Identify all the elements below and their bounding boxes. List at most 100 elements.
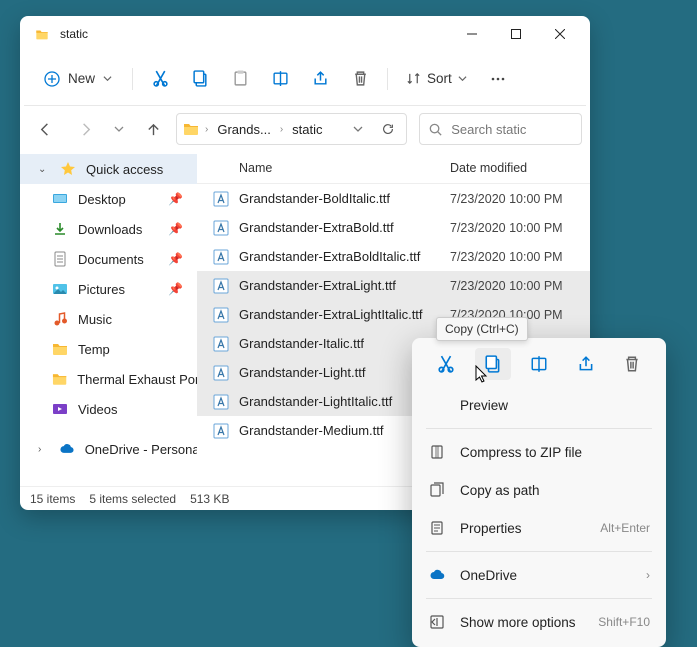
copy-icon xyxy=(192,70,209,87)
file-row[interactable]: Grandstander-BoldItalic.ttf7/23/2020 10:… xyxy=(197,184,590,213)
status-selection: 5 items selected xyxy=(89,492,176,506)
breadcrumb-seg[interactable]: static xyxy=(289,120,325,139)
plus-icon xyxy=(44,71,60,87)
copy-button[interactable] xyxy=(181,61,219,97)
address-history-button[interactable] xyxy=(346,124,370,134)
font-file-icon xyxy=(213,423,229,439)
recent-button[interactable] xyxy=(108,112,130,146)
sidebar-item-label: Videos xyxy=(78,402,118,417)
refresh-icon xyxy=(381,122,395,136)
sidebar-item[interactable]: Desktop📌 xyxy=(20,184,197,214)
search-input[interactable]: Search static xyxy=(419,113,582,145)
sort-button[interactable]: Sort xyxy=(396,65,477,92)
column-date[interactable]: Date modified xyxy=(450,161,590,175)
sidebar-item-label: Pictures xyxy=(78,282,125,297)
file-row[interactable]: Grandstander-ExtraBold.ttf7/23/2020 10:0… xyxy=(197,213,590,242)
sort-label: Sort xyxy=(427,71,452,86)
ctx-onedrive[interactable]: OneDrive › xyxy=(418,556,660,594)
new-button[interactable]: New xyxy=(32,65,124,93)
file-row[interactable]: Grandstander-ExtraLightItalic.ttf7/23/20… xyxy=(197,300,590,329)
chevron-right-icon: › xyxy=(205,124,208,135)
font-file-icon xyxy=(213,394,229,410)
share-icon xyxy=(577,355,595,373)
chevron-down-icon: ⌄ xyxy=(38,164,50,175)
share-button[interactable] xyxy=(301,61,339,97)
refresh-button[interactable] xyxy=(376,122,400,136)
sidebar-item-icon xyxy=(52,371,67,387)
font-file-icon xyxy=(213,336,229,352)
ctx-copypath[interactable]: Copy as path xyxy=(418,471,660,509)
sidebar-item[interactable]: Documents 📌 xyxy=(20,244,197,274)
cloud-icon xyxy=(59,441,74,457)
more-options-icon xyxy=(429,614,445,630)
pin-icon: 📌 xyxy=(168,222,183,236)
window-title: static xyxy=(60,27,88,41)
status-count: 15 items xyxy=(30,492,75,506)
star-icon xyxy=(60,161,76,177)
forward-button[interactable] xyxy=(68,112,102,146)
sidebar-item[interactable]: Thermal Exhaust Port xyxy=(20,364,197,394)
ctx-rename-button[interactable] xyxy=(521,348,557,380)
up-button[interactable] xyxy=(136,112,170,146)
file-name: Grandstander-ExtraBoldItalic.ttf xyxy=(239,249,450,264)
paste-button[interactable] xyxy=(221,61,259,97)
search-placeholder: Search static xyxy=(451,122,526,137)
copy-path-icon xyxy=(429,482,445,498)
titlebar: static xyxy=(20,16,590,52)
new-label: New xyxy=(68,71,95,86)
breadcrumb-seg[interactable]: Grands... xyxy=(214,120,273,139)
sidebar-item-label: Downloads xyxy=(78,222,142,237)
close-button[interactable] xyxy=(538,16,582,52)
search-icon xyxy=(428,122,443,137)
sidebar-onedrive[interactable]: › OneDrive - Personal xyxy=(20,434,197,464)
ctx-properties[interactable]: Properties Alt+Enter xyxy=(418,509,660,547)
ctx-more-options[interactable]: Show more options Shift+F10 xyxy=(418,603,660,641)
address-bar[interactable]: › Grands... › static xyxy=(176,113,407,145)
sidebar-item[interactable]: Pictures 📌 xyxy=(20,274,197,304)
rename-icon xyxy=(530,355,548,373)
cursor-icon xyxy=(475,365,491,385)
ctx-delete-button[interactable] xyxy=(614,348,650,380)
font-file-icon xyxy=(213,278,229,294)
cut-icon xyxy=(152,70,169,87)
back-button[interactable] xyxy=(28,112,62,146)
collapse-caret-icon[interactable]: ⌃ xyxy=(197,152,590,157)
sidebar-item-icon xyxy=(52,401,68,417)
zip-icon xyxy=(429,444,445,460)
sidebar-item[interactable]: Videos xyxy=(20,394,197,424)
folder-icon xyxy=(34,28,50,41)
pin-icon: 📌 xyxy=(168,252,183,266)
nav-pane: ⌄ Quick access Desktop📌Downloads📌Documen… xyxy=(20,152,197,486)
sidebar-item-label: Thermal Exhaust Port xyxy=(77,372,197,387)
file-row[interactable]: Grandstander-ExtraLight.ttf7/23/2020 10:… xyxy=(197,271,590,300)
ctx-zip[interactable]: Compress to ZIP file xyxy=(418,433,660,471)
command-bar: New Sort xyxy=(24,52,586,106)
trash-icon xyxy=(623,355,641,373)
ctx-cut-button[interactable] xyxy=(428,348,464,380)
sidebar-label: OneDrive - Personal xyxy=(85,442,197,457)
font-file-icon xyxy=(213,191,229,207)
sidebar-item-icon xyxy=(52,341,68,357)
status-size: 513 KB xyxy=(190,492,229,506)
column-name[interactable]: Name xyxy=(197,161,450,175)
sidebar-item[interactable]: Downloads 📌 xyxy=(20,214,197,244)
sidebar-item[interactable]: Music xyxy=(20,304,197,334)
nav-row: › Grands... › static Search static xyxy=(20,106,590,152)
minimize-button[interactable] xyxy=(450,16,494,52)
ctx-share-button[interactable] xyxy=(568,348,604,380)
rename-button[interactable] xyxy=(261,61,299,97)
pin-icon: 📌 xyxy=(168,282,183,296)
chevron-down-icon xyxy=(458,74,467,83)
ctx-preview[interactable]: Preview xyxy=(418,386,660,424)
sidebar-quick-access[interactable]: ⌄ Quick access xyxy=(20,154,197,184)
maximize-button[interactable] xyxy=(494,16,538,52)
file-name: Grandstander-ExtraLight.ttf xyxy=(239,278,450,293)
delete-button[interactable] xyxy=(341,61,379,97)
more-button[interactable] xyxy=(479,61,517,97)
file-row[interactable]: Grandstander-ExtraBoldItalic.ttf7/23/202… xyxy=(197,242,590,271)
sidebar-item-icon xyxy=(52,221,68,237)
sidebar-item[interactable]: Temp xyxy=(20,334,197,364)
font-file-icon xyxy=(213,365,229,381)
sidebar-item-label: Documents xyxy=(78,252,144,267)
cut-button[interactable] xyxy=(141,61,179,97)
